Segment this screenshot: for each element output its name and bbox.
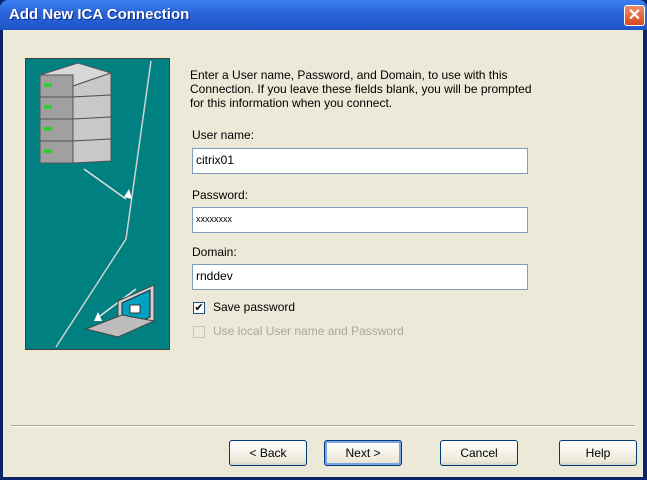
server-icon <box>38 62 113 164</box>
domain-field[interactable]: rnddev <box>192 264 528 290</box>
username-label: User name: <box>192 128 254 142</box>
title-bar[interactable]: Add New ICA Connection ✕ <box>0 0 647 30</box>
username-field[interactable]: citrix01 <box>192 148 528 174</box>
laptop-icon <box>84 284 156 338</box>
use-local-credentials-label[interactable]: Use local User name and Password <box>213 324 404 338</box>
password-field[interactable]: xxxxxxxx <box>192 207 528 233</box>
domain-label: Domain: <box>192 245 237 259</box>
close-icon: ✕ <box>627 7 642 24</box>
save-password-checkbox[interactable]: ✔ <box>193 302 205 314</box>
instructions-text: Enter a User name, Password, and Domain,… <box>190 68 532 110</box>
password-label-text: Password: <box>192 188 249 202</box>
dialog-client-area: Enter a User name, Password, and Domain,… <box>3 30 643 477</box>
back-button[interactable]: < Back <box>229 440 307 466</box>
domain-label-text: Domain: <box>192 245 237 259</box>
password-label: Password: <box>192 188 248 202</box>
wizard-illustration <box>25 58 170 350</box>
dialog-window: Add New ICA Connection ✕ Enter a User na… <box>0 0 647 480</box>
username-label-text: User name: <box>192 128 255 142</box>
window-title: Add New ICA Connection <box>9 6 190 23</box>
cancel-button[interactable]: Cancel <box>440 440 518 466</box>
next-button[interactable]: Next > <box>324 440 402 466</box>
help-button[interactable]: Help <box>559 440 637 466</box>
server-laptop-illustration <box>38 60 156 348</box>
close-button[interactable]: ✕ <box>624 5 645 26</box>
save-password-label[interactable]: Save password <box>213 300 295 314</box>
button-separator <box>11 425 635 427</box>
use-local-credentials-checkbox[interactable] <box>193 326 205 338</box>
